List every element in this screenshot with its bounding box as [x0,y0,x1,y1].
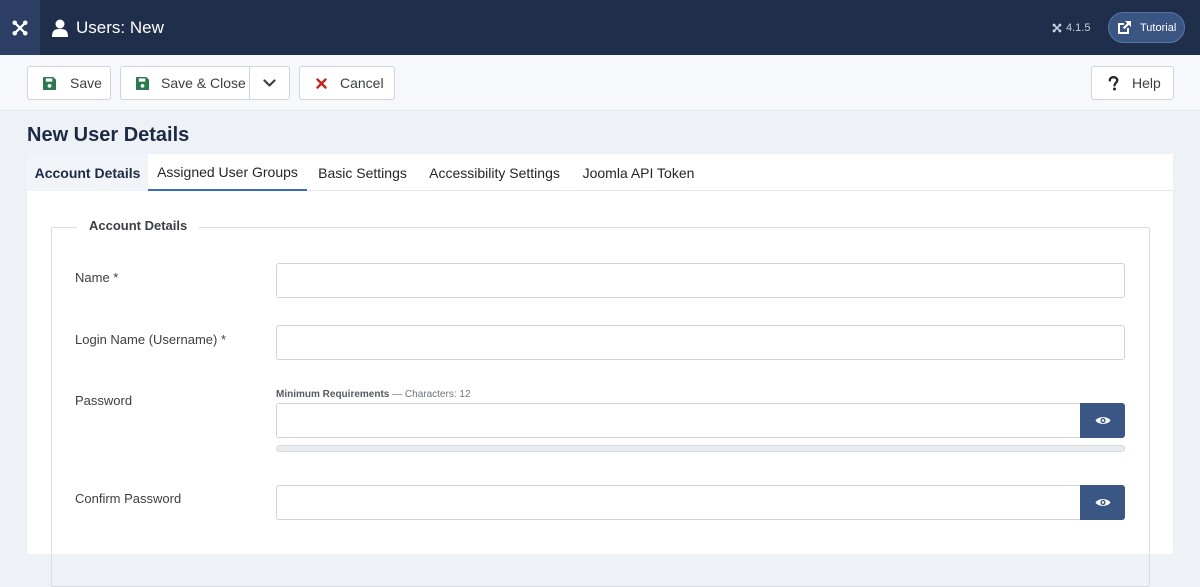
tab-basic-settings[interactable]: Basic Settings [307,154,418,191]
password-req-detail: — Characters: 12 [392,389,471,400]
save-button[interactable]: Save [27,66,111,100]
chevron-down-icon [263,78,276,87]
eye-icon [1095,417,1110,424]
header-title: Users: New [52,0,164,55]
tutorial-button[interactable]: Tutorial [1108,12,1185,43]
page-title: New User Details [27,124,190,146]
floppy-disk-icon [43,76,56,90]
header-title-text: Users: New [76,17,164,37]
password-req-title: Minimum Requirements [276,389,390,400]
tutorial-label: Tutorial [1140,21,1177,34]
fieldset-legend: Account Details [77,218,200,233]
form-card: Account Details Assigned User Groups Bas… [27,154,1173,587]
version-text: 4.1.5 [1066,21,1091,34]
joomla-small-icon [1052,23,1062,32]
tab-assigned-user-groups[interactable]: Assigned User Groups [148,154,307,191]
show-confirm-password-button[interactable] [1080,485,1125,520]
tab-joomla-api-token[interactable]: Joomla API Token [571,154,706,191]
tab-accessibility-settings[interactable]: Accessibility Settings [418,154,571,191]
eye-icon [1095,499,1110,506]
save-label: Save [70,75,102,91]
save-options-dropdown-button[interactable] [249,66,290,100]
username-label: Login Name (Username) * [75,332,227,347]
name-input[interactable] [276,263,1125,298]
close-icon [316,77,327,89]
password-strength-meter [276,445,1125,452]
save-close-label: Save & Close [161,75,246,91]
save-close-button[interactable]: Save & Close [120,66,250,100]
joomla-logo-icon [12,20,28,35]
confirm-password-label: Confirm Password [75,491,182,506]
help-button[interactable]: Help [1091,66,1174,100]
external-link-icon [1118,20,1131,34]
user-icon [52,19,68,37]
cancel-label: Cancel [340,75,384,91]
top-header: Users: New 4.1.5 Tutorial [0,0,1200,55]
tab-bar: Account Details Assigned User Groups Bas… [27,154,1173,191]
joomla-logo-link[interactable] [0,0,40,55]
floppy-disk-icon [136,76,149,90]
version-indicator: 4.1.5 [1052,0,1090,55]
password-input[interactable] [276,403,1081,438]
toolbar: Save Save & Close Cancel Help [0,55,1200,111]
tab-account-details[interactable]: Account Details [27,154,148,191]
name-label: Name * [75,270,119,285]
confirm-password-input[interactable] [276,485,1081,520]
password-label: Password [75,393,133,408]
question-mark-icon [1108,75,1119,90]
cancel-button[interactable]: Cancel [299,66,395,100]
password-requirements: Minimum Requirements — Characters: 12 [276,389,471,400]
show-password-button[interactable] [1080,403,1125,438]
help-label: Help [1132,75,1161,91]
username-input[interactable] [276,325,1125,360]
